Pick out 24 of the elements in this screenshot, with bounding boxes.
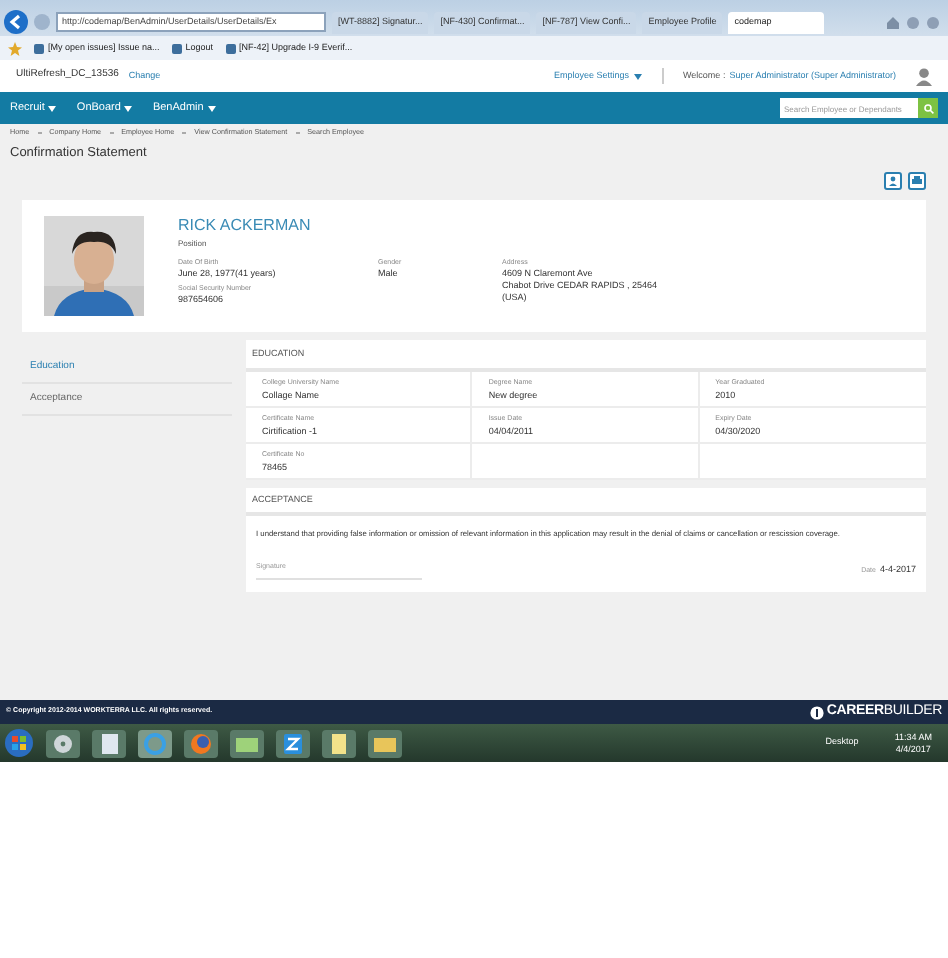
start-orb-icon[interactable] xyxy=(4,728,34,758)
employee-name: RICK ACKERMAN xyxy=(178,216,313,236)
favorites-star-icon[interactable] xyxy=(8,41,22,55)
search-icon xyxy=(923,103,933,113)
caret-icon xyxy=(124,105,133,111)
bookmark-icon xyxy=(225,43,236,53)
caret-icon xyxy=(48,105,57,111)
document-icon[interactable] xyxy=(92,729,126,757)
back-icon[interactable] xyxy=(4,10,28,34)
logo-icon xyxy=(810,705,825,719)
print-icon[interactable] xyxy=(908,171,926,189)
folder-icon[interactable] xyxy=(368,729,402,757)
profile-document-icon[interactable] xyxy=(884,171,902,189)
globe-icon[interactable] xyxy=(184,729,218,757)
home-icon[interactable] xyxy=(886,15,900,29)
bookmark-icon xyxy=(171,43,182,53)
bookmark-icon xyxy=(34,43,44,53)
caret-icon xyxy=(633,73,642,79)
caret-icon xyxy=(207,105,216,111)
clipboard-icon[interactable] xyxy=(322,729,356,757)
user-avatar-icon[interactable] xyxy=(916,67,932,85)
browser-icon[interactable] xyxy=(138,729,172,757)
z-app-icon[interactable] xyxy=(276,729,310,757)
envelope-icon[interactable] xyxy=(230,729,264,757)
